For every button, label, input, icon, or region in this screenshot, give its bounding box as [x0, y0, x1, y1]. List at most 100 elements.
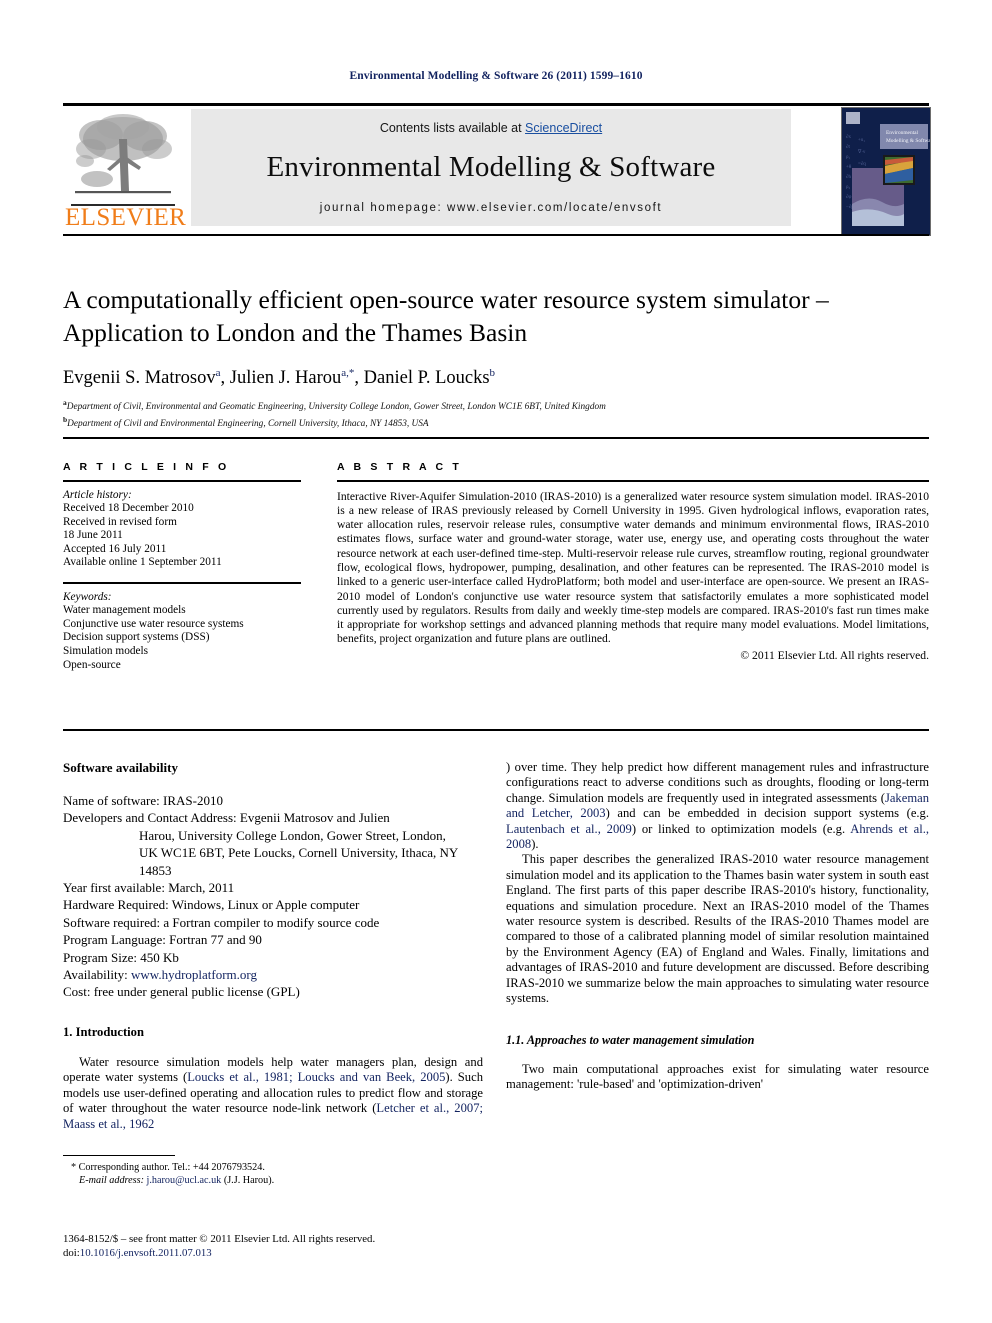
software-availability-heading: Software availability: [63, 760, 178, 775]
sw-item-6-label: Hardware Required:: [63, 897, 169, 913]
email-suffix: (J.J. Harou).: [221, 1175, 275, 1186]
history-item-0: Received 18 December 2010: [63, 502, 194, 515]
doi-label: doi:: [63, 1247, 80, 1259]
journal-masthead: ELSEVIER Contents lists available at Sci…: [63, 103, 931, 236]
history-item-4: Available online 1 September 2011: [63, 556, 222, 569]
sciencedirect-link[interactable]: ScienceDirect: [525, 121, 602, 135]
citation-loucks[interactable]: Loucks et al., 1981; Loucks and van Beek…: [187, 1070, 445, 1084]
history-item-1: Received in revised form: [63, 515, 177, 528]
intro-paragraph-1: Water resource simulation models help wa…: [63, 1055, 483, 1132]
subsection-heading-1-1: 1.1. Approaches to water management simu…: [506, 1032, 755, 1047]
sw-item-1-value: Evgenii Matrosov and Julien: [236, 810, 390, 826]
keyword-1: Conjunctive use water resource systems: [63, 617, 244, 630]
keyword-3: Simulation models: [63, 644, 149, 657]
sw-item-10-label: Availability:: [63, 967, 128, 983]
title-rule: [63, 437, 929, 439]
footnote-rule: [63, 1155, 175, 1156]
affiliation-b: bDepartment of Civil and Environmental E…: [63, 414, 929, 431]
body-column-right: ) over time. They help predict how diffe…: [506, 760, 929, 1092]
sw-item-0-label: Name of software:: [63, 793, 160, 808]
sw-item-10: Availability: www.hydroplatform.org: [63, 966, 483, 983]
email-link[interactable]: j.harou@ucl.ac.uk: [144, 1175, 222, 1186]
hydroplatform-link[interactable]: www.hydroplatform.org: [128, 967, 257, 982]
keywords-label: Keywords:: [63, 590, 112, 603]
contents-available-line: Contents lists available at ScienceDirec…: [191, 121, 791, 135]
imprint-block: 1364-8152/$ – see front matter © 2011 El…: [63, 1232, 523, 1260]
sw-item-7: Software required: a Fortran compiler to…: [63, 914, 483, 931]
author-1-name: Julien J. Harou: [229, 368, 342, 389]
sw-item-5: Year first available: March, 2011: [63, 879, 483, 896]
sw-item-6: Hardware Required: Windows, Linux or App…: [63, 896, 483, 913]
title-block: A computationally efficient open-source …: [63, 283, 929, 430]
sw-item-6-value: Windows, Linux or Apple computer: [168, 897, 360, 913]
abstract-copyright: © 2011 Elsevier Ltd. All rights reserved…: [740, 648, 929, 662]
citation-lautenbach[interactable]: Lautenbach et al., 2009: [506, 822, 632, 836]
svg-text:Environmental: Environmental: [886, 130, 919, 136]
abstract-rule: [337, 480, 929, 482]
author-0-name: Evgenii S. Matrosov: [63, 368, 216, 389]
intro-p1-d: ) and can be embedded in decision suppor…: [605, 806, 930, 821]
sw-item-8: Program Language: Fortran 77 and 90: [63, 931, 483, 948]
svg-text:Modelling & Software: Modelling & Software: [886, 137, 930, 144]
corresponding-author-line: * Corresponding author. Tel.: +44 207679…: [71, 1162, 265, 1173]
sw-item-8-value: Fortran 77 and 90: [165, 932, 262, 948]
page-title: A computationally efficient open-source …: [63, 285, 829, 347]
svg-text:+θ: +θ: [846, 165, 852, 170]
abstract-box: A B S T R A C T Interactive River-Aquife…: [337, 461, 929, 662]
affiliation-a-text: Department of Civil, Environmental and G…: [66, 402, 606, 413]
svg-text:ρ₂: ρ₂: [846, 185, 850, 190]
doi-link[interactable]: 10.1016/j.envsoft.2011.07.013: [80, 1247, 212, 1259]
author-2: Daniel P. Loucksb: [363, 367, 496, 389]
sw-item-11: Cost: free under general public license …: [63, 983, 483, 1000]
sw-item-5-value: March, 2011: [164, 880, 235, 896]
sw-item-7-label: Software required:: [63, 914, 161, 930]
sw-item-0-value: IRAS-2010: [159, 793, 223, 808]
body-column-left: Software availability Name of software: …: [63, 760, 483, 1132]
svg-text:∇·ν: ∇·ν: [857, 149, 866, 155]
abstract-text: Interactive River-Aquifer Simulation-201…: [337, 489, 929, 646]
affiliation-a: aDepartment of Civil, Environmental and …: [63, 397, 929, 414]
author-2-name: Daniel P. Loucks: [363, 368, 490, 389]
svg-text:∂h: ∂h: [846, 174, 851, 180]
intro-p1-c: ) over time. They help predict how diffe…: [506, 760, 929, 805]
svg-text:∂t: ∂t: [846, 144, 850, 150]
sw-item-11-value: free under general public license (GPL): [90, 984, 300, 1000]
abstract-bottom-rule: [63, 729, 929, 731]
intro-p1-f: ).: [531, 837, 539, 852]
sw-item-9: Program Size: 450 Kb: [63, 949, 483, 966]
keyword-0: Water management models: [63, 604, 186, 617]
svg-text:=∂q: =∂q: [858, 161, 866, 167]
article-info-rule: [63, 480, 301, 482]
sw-item-2: Harou, University College London, Gower …: [139, 827, 446, 843]
sw-item-9-label: Program Size:: [63, 949, 138, 965]
author-1-sup: a,*: [341, 367, 355, 379]
article-history: Article history: Received 18 December 20…: [63, 489, 301, 571]
article-info-heading: A R T I C L E I N F O: [63, 461, 230, 473]
contents-prefix: Contents lists available at: [379, 121, 526, 135]
author-0: Evgenii S. Matrosova: [63, 367, 221, 389]
issn-line: 1364-8152/$ – see front matter © 2011 El…: [63, 1233, 376, 1245]
affiliations: aDepartment of Civil, Environmental and …: [63, 397, 929, 430]
svg-text:ρ₁: ρ₁: [846, 155, 850, 160]
intro-paragraph-2: This paper describes the generalized IRA…: [506, 852, 929, 1006]
intro-paragraph-3: Two main computational approaches exist …: [506, 1061, 929, 1091]
sw-item-0: Name of software: IRAS-2010: [63, 792, 483, 809]
sw-item-4: 14853: [139, 862, 172, 878]
sw-item-5-label: Year first available:: [63, 880, 165, 896]
email-label: E-mail address:: [79, 1175, 144, 1186]
sw-item-1-label: Developers and Contact Address:: [63, 810, 237, 826]
sw-item-1: Developers and Contact Address: Evgenii …: [63, 809, 483, 826]
svg-text:∂φ: ∂φ: [846, 194, 851, 200]
history-item-2: 18 June 2011: [63, 529, 123, 542]
journal-homepage[interactable]: journal homepage: www.elsevier.com/locat…: [191, 202, 791, 214]
abstract-heading: A B S T R A C T: [337, 461, 462, 473]
author-2-sup: b: [489, 367, 496, 379]
author-1: Julien J. Haroua,*: [229, 367, 355, 389]
elsevier-tree-icon: [75, 114, 172, 194]
doi-line: doi:10.1016/j.envsoft.2011.07.013: [63, 1246, 523, 1260]
intro-p1-e: ) or linked to optimization models (e.g.: [631, 821, 851, 836]
email-line: E-mail address: j.harou@ucl.ac.uk (J.J. …: [63, 1174, 483, 1187]
masthead-center-panel: Contents lists available at ScienceDirec…: [191, 109, 791, 226]
corresponding-author-note: * Corresponding author. Tel.: +44 207679…: [63, 1161, 483, 1187]
keyword-2: Decision support systems (DSS): [63, 631, 210, 644]
